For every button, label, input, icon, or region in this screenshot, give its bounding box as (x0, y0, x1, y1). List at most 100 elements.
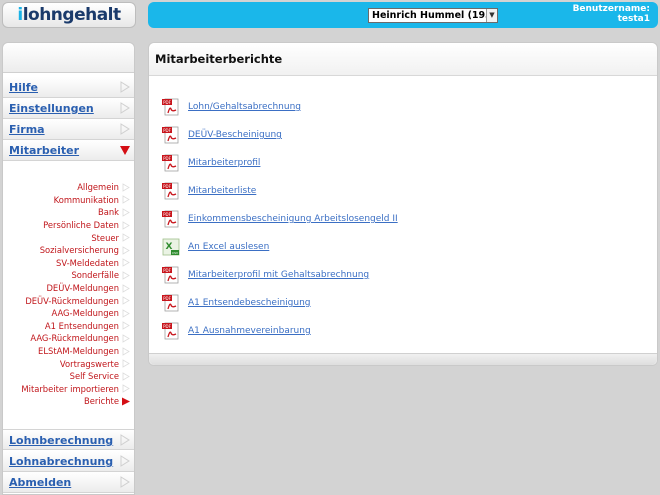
report-link-excel-export[interactable]: An Excel auslesen (188, 242, 269, 252)
flag-icon (122, 246, 130, 255)
submenu-item-self-service[interactable]: Self Service (70, 370, 130, 383)
submenu-item-steuer[interactable]: Steuer (91, 231, 130, 244)
submenu-item-label: AAG-Meldungen (51, 308, 119, 319)
report-item[interactable]: PDF A1 Ausnahmevereinbarung (161, 321, 311, 341)
sidebar-item-mitarbeiter[interactable]: Mitarbeiter (3, 140, 134, 161)
sidebar-item-lohnberechnung[interactable]: Lohnberechnung (3, 429, 134, 450)
submenu-item-label: Allgemein (77, 182, 119, 193)
submenu-item-label: Vortragswerte (59, 358, 119, 369)
submenu-item-deuev-rueckmeldungen[interactable]: DEÜV-Rückmeldungen (25, 294, 130, 307)
sidebar-item-firma[interactable]: Firma (3, 119, 134, 140)
pdf-icon[interactable]: PDF (161, 153, 181, 173)
report-item[interactable]: PDF DEÜV-Bescheinigung (161, 125, 282, 145)
flag-icon (120, 102, 130, 114)
svg-text:PDF: PDF (163, 100, 171, 105)
sidebar-item-einstellungen[interactable]: Einstellungen (3, 98, 134, 119)
svg-text:PDF: PDF (163, 128, 171, 133)
report-link-mitarbeiterliste[interactable]: Mitarbeiterliste (188, 186, 256, 196)
report-link-mitarbeiterprofil[interactable]: Mitarbeiterprofil (188, 158, 260, 168)
submenu-item-sozialversicherung[interactable]: Sozialversicherung (40, 244, 130, 257)
submenu-item-label: SV-Meldedaten (56, 257, 119, 268)
submenu-item-bank[interactable]: Bank (98, 206, 130, 219)
report-item[interactable]: PDF Einkommensbescheinigung Arbeitslosen… (161, 209, 398, 229)
sidebar: Hilfe Einstellungen Firma Mitarbeiter Al… (2, 42, 135, 495)
user-info: Benutzername: testa1 (573, 4, 650, 24)
submenu-item-label: A1 Entsendungen (44, 320, 119, 331)
submenu-item-allgemein[interactable]: Allgemein (77, 181, 130, 194)
pdf-icon[interactable]: PDF (161, 293, 181, 313)
submenu-item-sv-meldedaten[interactable]: SV-Meldedaten (56, 257, 130, 270)
submenu-item-elstam-meldungen[interactable]: ELStAM-Meldungen (38, 345, 130, 358)
excel-icon[interactable]: XCSV (161, 237, 181, 257)
flag-icon (120, 123, 130, 135)
submenu-item-a1-entsendungen[interactable]: A1 Entsendungen (45, 320, 130, 333)
submenu-item-deuev-meldungen[interactable]: DEÜV-Meldungen (46, 282, 130, 295)
report-item[interactable]: PDF A1 Entsendebescheinigung (161, 293, 311, 313)
sidebar-item-label: Einstellungen (9, 102, 94, 115)
submenu-item-label: Self Service (69, 371, 119, 382)
caret-right-icon (122, 397, 130, 406)
submenu-item-vortragswerte[interactable]: Vortragswerte (60, 357, 130, 370)
chevron-down-icon[interactable]: ▼ (486, 9, 497, 22)
submenu-item-aag-meldungen[interactable]: AAG-Meldungen (52, 307, 130, 320)
flag-icon (122, 372, 130, 381)
sidebar-item-lohnabrechnung[interactable]: Lohnabrechnung (3, 451, 134, 472)
submenu-item-aag-rueckmeldungen[interactable]: AAG-Rückmeldungen (30, 332, 130, 345)
report-link-einkommensbescheinigung[interactable]: Einkommensbescheinigung Arbeitslosengeld… (188, 214, 398, 224)
sidebar-item-abmelden[interactable]: Abmelden (3, 472, 134, 493)
submenu-item-label: Persönliche Daten (43, 220, 119, 231)
app-logo[interactable]: i lohn gehalt (2, 2, 136, 28)
submenu-item-persoenliche-daten[interactable]: Persönliche Daten (43, 219, 130, 232)
user-label: Benutzername: (572, 4, 650, 14)
report-item[interactable]: PDF Mitarbeiterprofil (161, 153, 260, 173)
pdf-icon[interactable]: PDF (161, 209, 181, 229)
pdf-icon[interactable]: PDF (161, 97, 181, 117)
flag-icon (122, 359, 130, 368)
flag-icon (122, 208, 130, 217)
submenu-item-label: Kommunikation (53, 194, 119, 205)
employee-select[interactable]: Heinrich Hummel (193) ▼ (368, 8, 498, 23)
svg-text:PDF: PDF (163, 212, 171, 217)
sidebar-item-hilfe[interactable]: Hilfe (3, 77, 134, 98)
caret-down-icon (120, 146, 130, 155)
page-title: Mitarbeiterberichte (149, 43, 657, 76)
top-header-bar: Heinrich Hummel (193) ▼ Benutzername: te… (148, 2, 658, 28)
flag-icon (122, 346, 130, 356)
sidebar-submenu: Allgemein Kommunikation Bank Persönliche… (3, 166, 134, 452)
submenu-item-kommunikation[interactable]: Kommunikation (54, 194, 130, 207)
report-link-a1-entsendebescheinigung[interactable]: A1 Entsendebescheinigung (188, 298, 311, 308)
submenu-item-label: DEÜV-Meldungen (46, 283, 119, 294)
report-link-a1-ausnahmevereinbarung[interactable]: A1 Ausnahmevereinbarung (188, 326, 311, 336)
pdf-icon[interactable]: PDF (161, 265, 181, 285)
flag-icon (122, 258, 130, 268)
flag-icon (122, 296, 130, 305)
flag-icon (120, 476, 130, 488)
report-item[interactable]: PDF Mitarbeiterprofil mit Gehaltsabrechn… (161, 265, 369, 285)
flag-icon (122, 233, 130, 242)
flag-icon (122, 384, 130, 394)
submenu-item-sonderfaelle[interactable]: Sonderfälle (71, 269, 130, 282)
report-item[interactable]: PDF Mitarbeiterliste (161, 181, 256, 201)
report-link-lohn-gehaltsabrechnung[interactable]: Lohn/Gehaltsabrechnung (188, 102, 301, 112)
report-link-mitarbeiterprofil-gehaltsabrechnung[interactable]: Mitarbeiterprofil mit Gehaltsabrechnung (188, 270, 369, 280)
sidebar-item-label: Lohnberechnung (9, 434, 114, 447)
flag-icon (122, 321, 130, 331)
logo-text-gehalt: gehalt (62, 5, 121, 25)
submenu-item-berichte[interactable]: Berichte (84, 395, 130, 408)
sidebar-item-label: Lohnabrechnung (9, 455, 114, 468)
submenu-item-label: DEÜV-Rückmeldungen (25, 295, 119, 306)
submenu-item-label: Berichte (83, 396, 119, 407)
pdf-icon[interactable]: PDF (161, 125, 181, 145)
submenu-item-mitarbeiter-importieren[interactable]: Mitarbeiter importieren (21, 383, 130, 396)
report-item[interactable]: PDF Lohn/Gehaltsabrechnung (161, 97, 301, 117)
report-item[interactable]: X CSV An Excel auslesen (161, 237, 269, 257)
main-panel-footer (149, 353, 657, 365)
submenu-item-label: Sozialversicherung (39, 245, 119, 256)
flag-icon (122, 183, 130, 192)
flag-icon (122, 283, 130, 293)
main-panel: Mitarbeiterberichte PDF Lohn/Gehaltsabre… (148, 42, 658, 366)
pdf-icon[interactable]: PDF (161, 181, 181, 201)
svg-text:CSV: CSV (172, 251, 179, 255)
pdf-icon[interactable]: PDF (161, 321, 181, 341)
report-link-deuev-bescheinigung[interactable]: DEÜV-Bescheinigung (188, 130, 282, 140)
